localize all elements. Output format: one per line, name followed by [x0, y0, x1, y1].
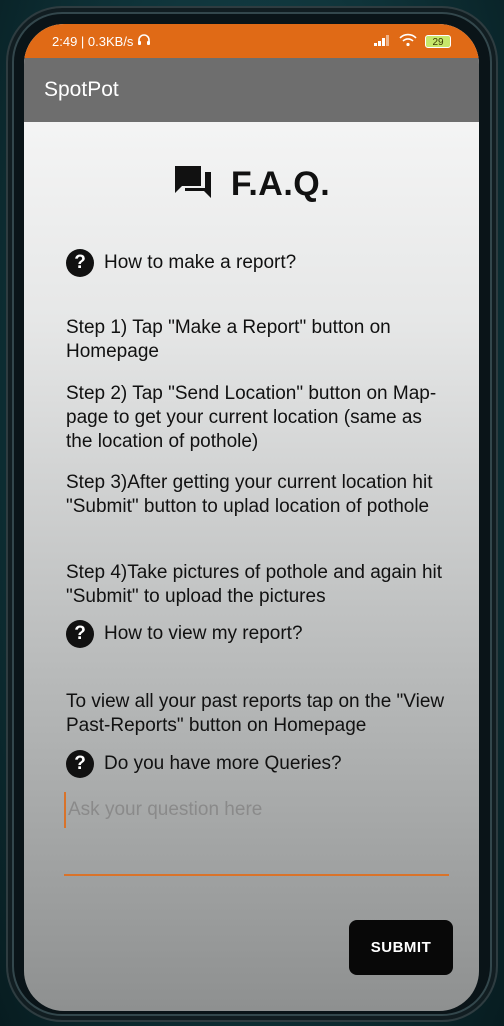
status-left: 2:49 | 0.3KB/s	[52, 33, 151, 49]
step-3: Step 3)After getting your current locati…	[66, 472, 433, 517]
question-input-field	[64, 792, 449, 876]
signal-icon	[373, 34, 391, 49]
question-3-text: Do you have more Queries?	[104, 753, 342, 774]
question-2: ? How to view my report?	[66, 620, 303, 648]
faq-heading: F.A.Q.	[24, 164, 479, 205]
wifi-icon	[399, 33, 417, 50]
app-title: SpotPot	[44, 78, 119, 101]
help-circle-icon: ?	[66, 750, 94, 778]
headphones-icon	[137, 33, 151, 49]
help-circle-icon: ?	[66, 620, 94, 648]
status-time-speed: 2:49 | 0.3KB/s	[52, 33, 134, 49]
status-bar: 2:49 | 0.3KB/s 29	[24, 24, 479, 58]
status-right: 29	[373, 33, 451, 50]
question-input[interactable]	[64, 792, 449, 828]
faq-title: F.A.Q.	[230, 165, 331, 203]
app-bar: SpotPot	[24, 58, 479, 122]
submit-button[interactable]: SUBMIT	[349, 920, 453, 975]
forum-icon	[173, 164, 213, 205]
question-1-text: How to make a report?	[104, 252, 297, 273]
step-4: Step 4)Take pictures of pothole and agai…	[66, 562, 443, 607]
help-circle-icon: ?	[66, 249, 94, 277]
step-1: Step 1) Tap "Make a Report" button on Ho…	[66, 317, 391, 362]
question-2-text: How to view my report?	[104, 623, 303, 644]
question-3: ? Do you have more Queries?	[66, 750, 342, 778]
step-2: Step 2) Tap "Send Location" button on Ma…	[66, 383, 437, 452]
question-1: ? How to make a report?	[66, 249, 296, 277]
answer-2: To view all your past reports tap on the…	[66, 691, 445, 736]
battery-icon: 29	[425, 34, 451, 48]
phone-screen: 2:49 | 0.3KB/s 29 SpotPot F.A.Q. ? How t…	[24, 24, 479, 1011]
